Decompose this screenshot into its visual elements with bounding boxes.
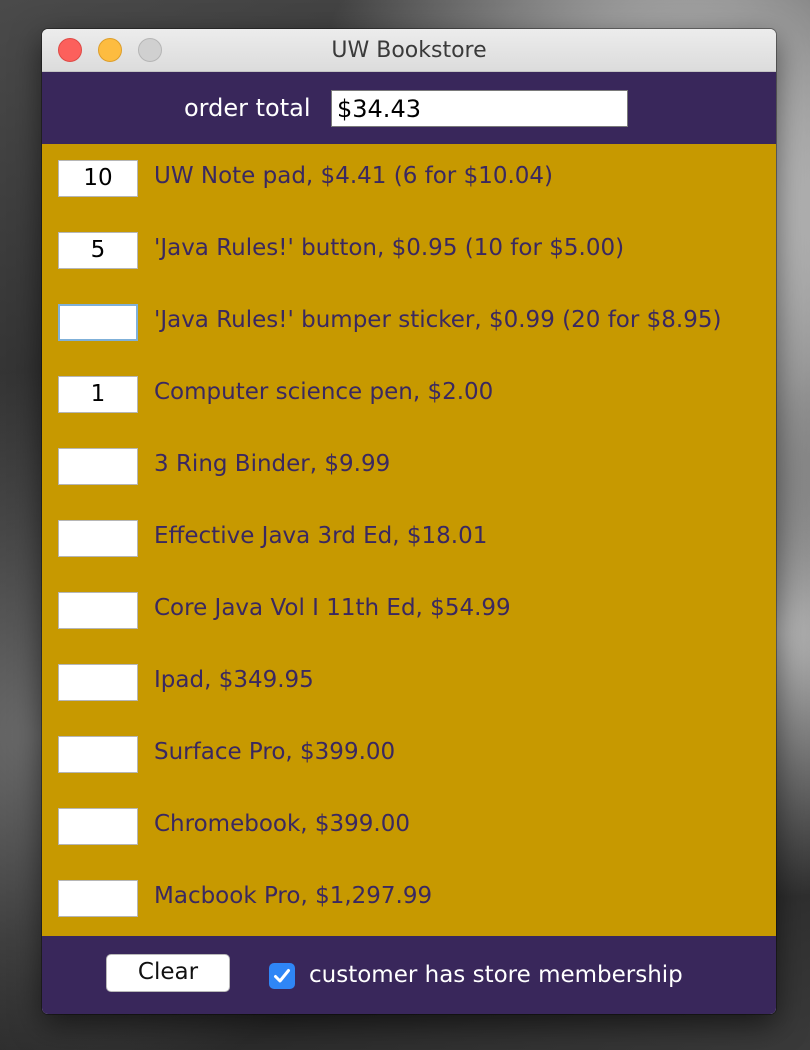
order-total-bar: order total $34.43 (42, 72, 776, 144)
quantity-field[interactable] (58, 736, 138, 773)
list-item: Effective Java 3rd Ed, $18.01 (42, 515, 776, 565)
item-label: Computer science pen, $2.00 (154, 379, 494, 405)
item-label: UW Note pad, $4.41 (6 for $10.04) (154, 163, 554, 189)
quantity-field[interactable] (58, 520, 138, 557)
item-label: Surface Pro, $399.00 (154, 739, 396, 765)
item-label: 'Java Rules!' bumper sticker, $0.99 (20 … (154, 307, 722, 333)
list-item: 1 Computer science pen, $2.00 (42, 371, 776, 421)
item-label: Ipad, $349.95 (154, 667, 314, 693)
quantity-field[interactable] (58, 808, 138, 845)
list-item: Core Java Vol I 11th Ed, $54.99 (42, 587, 776, 637)
membership-label[interactable]: customer has store membership (309, 962, 683, 988)
item-label: Core Java Vol I 11th Ed, $54.99 (154, 595, 511, 621)
item-label: Chromebook, $399.00 (154, 811, 411, 837)
item-label: Effective Java 3rd Ed, $18.01 (154, 523, 488, 549)
quantity-field[interactable] (58, 664, 138, 701)
quantity-field[interactable] (58, 304, 138, 341)
item-label: 'Java Rules!' button, $0.95 (10 for $5.0… (154, 235, 625, 261)
checkmark-icon (274, 969, 290, 983)
items-list: 10 UW Note pad, $4.41 (6 for $10.04) 5 '… (42, 144, 776, 936)
membership-checkbox[interactable] (269, 963, 295, 989)
quantity-field[interactable]: 10 (58, 160, 138, 197)
title-bar[interactable]: UW Bookstore (42, 29, 776, 72)
list-item: 5 'Java Rules!' button, $0.95 (10 for $5… (42, 227, 776, 277)
footer-bar: Clear customer has store membership (42, 936, 776, 1014)
list-item: 10 UW Note pad, $4.41 (6 for $10.04) (42, 155, 776, 205)
quantity-field[interactable]: 5 (58, 232, 138, 269)
list-item: Macbook Pro, $1,297.99 (42, 875, 776, 925)
list-item: Surface Pro, $399.00 (42, 731, 776, 781)
quantity-field[interactable] (58, 880, 138, 917)
window-title: UW Bookstore (331, 38, 487, 63)
list-item: 'Java Rules!' bumper sticker, $0.99 (20 … (42, 299, 776, 349)
quantity-field[interactable] (58, 592, 138, 629)
list-item: 3 Ring Binder, $9.99 (42, 443, 776, 493)
list-item: Ipad, $349.95 (42, 659, 776, 709)
quantity-field[interactable]: 1 (58, 376, 138, 413)
item-label: 3 Ring Binder, $9.99 (154, 451, 391, 477)
quantity-field[interactable] (58, 448, 138, 485)
app-window: UW Bookstore order total $34.43 10 UW No… (42, 29, 776, 1014)
clear-button[interactable]: Clear (106, 954, 230, 992)
order-total-label: order total (184, 94, 311, 122)
order-total-field[interactable]: $34.43 (331, 90, 628, 127)
item-label: Macbook Pro, $1,297.99 (154, 883, 433, 909)
list-item: Chromebook, $399.00 (42, 803, 776, 853)
